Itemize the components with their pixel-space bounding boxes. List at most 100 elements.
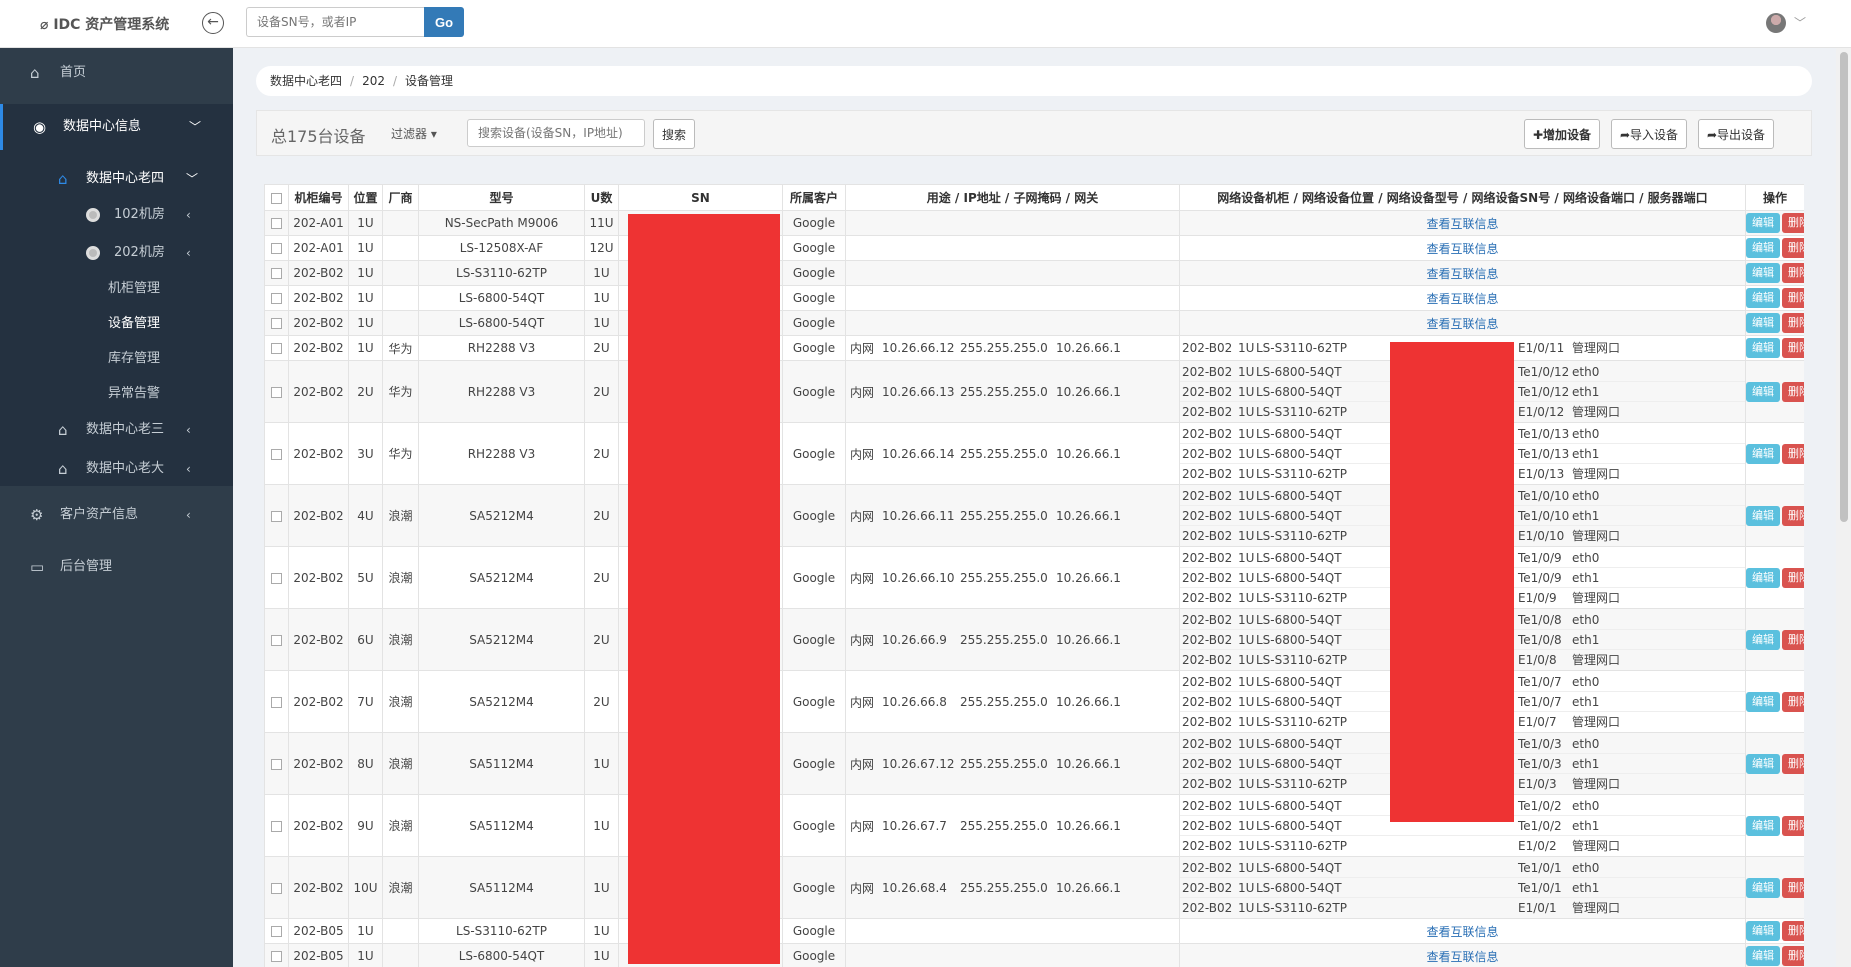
delete-button[interactable]: 删除 [1782, 313, 1804, 333]
edit-button[interactable]: 编辑 [1746, 753, 1780, 774]
row-checkbox[interactable] [264, 670, 289, 733]
row-checkbox[interactable] [264, 732, 289, 795]
delete-button[interactable]: 删除 [1782, 877, 1804, 898]
edit-button[interactable]: 编辑 [1746, 338, 1780, 358]
ip-mask: 255.255.255.0 [960, 880, 1048, 895]
edit-button[interactable]: 编辑 [1746, 238, 1780, 258]
edit-button[interactable]: 编辑 [1746, 815, 1780, 836]
delete-button[interactable]: 删除 [1782, 443, 1804, 464]
row-checkbox[interactable] [264, 484, 289, 547]
sidebar-item-dc-info[interactable]: ◉ 数据中心信息 ﹀ [0, 104, 233, 150]
net-pos: 1U [1238, 900, 1255, 915]
sidebar-item-cabinet-mgmt[interactable]: 机柜管理 [0, 272, 233, 306]
import-device-button[interactable]: ➦导入设备 [1611, 119, 1688, 149]
col-netinfo[interactable]: 网络设备机柜 / 网络设备位置 / 网络设备型号 / 网络设备SN号 / 网络设… [1179, 184, 1746, 211]
delete-button[interactable]: 删除 [1782, 238, 1804, 258]
delete-button[interactable]: 删除 [1782, 629, 1804, 650]
sidebar-item-stock-mgmt[interactable]: 库存管理 [0, 342, 233, 376]
sidebar-item-dc-big[interactable]: ⌂ 数据中心老大 ‹ [0, 452, 233, 486]
edit-button[interactable]: 编辑 [1746, 288, 1780, 308]
edit-button[interactable]: 编辑 [1746, 567, 1780, 588]
edit-button[interactable]: 编辑 [1746, 691, 1780, 712]
cabinet-cell: 202-B02 [288, 422, 349, 485]
search-button[interactable]: 搜索 [653, 119, 696, 149]
sidebar-item-dc-old4[interactable]: ⌂ 数据中心老四 ﹀ [0, 162, 233, 196]
global-search-input[interactable] [246, 7, 424, 37]
export-device-button[interactable]: ➦导出设备 [1698, 119, 1775, 149]
view-interconnect-link[interactable]: 查看互联信息 [1426, 950, 1498, 964]
view-interconnect-link[interactable]: 查看互联信息 [1426, 217, 1498, 231]
sidebar-item-alarm[interactable]: 异常告警 [0, 377, 233, 411]
edit-button[interactable]: 编辑 [1746, 921, 1780, 941]
add-device-button[interactable]: ✚增加设备 [1524, 119, 1601, 149]
row-checkbox[interactable] [264, 856, 289, 919]
delete-button[interactable]: 删除 [1782, 505, 1804, 526]
col-model[interactable]: 型号 [418, 184, 585, 211]
breadcrumb-item[interactable]: 202 [362, 74, 385, 88]
view-interconnect-link[interactable]: 查看互联信息 [1426, 317, 1498, 331]
view-interconnect-link[interactable]: 查看互联信息 [1426, 292, 1498, 306]
view-interconnect-link[interactable]: 查看互联信息 [1426, 242, 1498, 256]
col-u[interactable]: U数 [584, 184, 619, 211]
view-interconnect-link[interactable]: 查看互联信息 [1426, 925, 1498, 939]
delete-button[interactable]: 删除 [1782, 946, 1804, 966]
device-search-input[interactable] [467, 119, 645, 147]
delete-button[interactable]: 删除 [1782, 338, 1804, 358]
scrollbar-thumb[interactable] [1840, 52, 1848, 522]
row-checkbox[interactable] [264, 285, 289, 311]
row-checkbox[interactable] [264, 210, 289, 236]
edit-button[interactable]: 编辑 [1746, 313, 1780, 333]
sidebar-item-room202[interactable]: 202机房 ‹ [0, 236, 233, 270]
back-icon[interactable]: ← [202, 12, 224, 34]
view-interconnect-link[interactable]: 查看互联信息 [1426, 267, 1498, 281]
delete-button[interactable]: 删除 [1782, 263, 1804, 283]
filter-dropdown[interactable]: 过滤器 ▾ [391, 125, 437, 142]
app-logo[interactable]: ⌀ IDC 资产管理系统 [40, 14, 169, 34]
delete-button[interactable]: 删除 [1782, 567, 1804, 588]
row-checkbox[interactable] [264, 918, 289, 944]
row-checkbox[interactable] [264, 360, 289, 423]
sidebar-item-dc-old3[interactable]: ⌂ 数据中心老三 ‹ [0, 413, 233, 447]
breadcrumb-item[interactable]: 数据中心老四 [270, 74, 342, 88]
col-vendor[interactable]: 厂商 [382, 184, 419, 211]
delete-button[interactable]: 删除 [1782, 921, 1804, 941]
delete-button[interactable]: 删除 [1782, 691, 1804, 712]
row-checkbox[interactable] [264, 943, 289, 967]
edit-button[interactable]: 编辑 [1746, 443, 1780, 464]
row-checkbox[interactable] [264, 794, 289, 857]
chevron-down-icon[interactable]: ﹀ [1794, 14, 1806, 31]
row-checkbox[interactable] [264, 260, 289, 286]
edit-button[interactable]: 编辑 [1746, 505, 1780, 526]
col-sn[interactable]: SN [618, 184, 783, 211]
select-all-checkbox[interactable] [264, 184, 289, 211]
delete-button[interactable]: 删除 [1782, 815, 1804, 836]
row-checkbox[interactable] [264, 546, 289, 609]
sidebar-item-device-mgmt[interactable]: 设备管理 [0, 307, 233, 341]
delete-button[interactable]: 删除 [1782, 753, 1804, 774]
table-row: 202-B051ULS-6800-54QT1UGoogle查看互联信息编辑删除 [264, 943, 1804, 967]
user-avatar[interactable] [1766, 13, 1786, 33]
edit-button[interactable]: 编辑 [1746, 877, 1780, 898]
col-pos[interactable]: 位置 [348, 184, 383, 211]
row-checkbox[interactable] [264, 608, 289, 671]
row-checkbox[interactable] [264, 335, 289, 361]
go-button[interactable]: Go [424, 7, 464, 37]
row-checkbox[interactable] [264, 235, 289, 261]
sidebar-item-backend[interactable]: ▭ 后台管理 [0, 544, 233, 590]
row-checkbox[interactable] [264, 422, 289, 485]
edit-button[interactable]: 编辑 [1746, 263, 1780, 283]
sidebar-item-customer-assets[interactable]: ⚙ 客户资产信息 ‹ [0, 492, 233, 538]
sidebar-item-home[interactable]: ⌂ 首页 [0, 50, 233, 96]
sidebar-item-room102[interactable]: 102机房 ‹ [0, 198, 233, 232]
edit-button[interactable]: 编辑 [1746, 946, 1780, 966]
edit-button[interactable]: 编辑 [1746, 381, 1780, 402]
delete-button[interactable]: 删除 [1782, 213, 1804, 233]
delete-button[interactable]: 删除 [1782, 288, 1804, 308]
row-checkbox[interactable] [264, 310, 289, 336]
col-customer[interactable]: 所属客户 [782, 184, 846, 211]
delete-button[interactable]: 删除 [1782, 381, 1804, 402]
col-cabinet[interactable]: 机柜编号 [288, 184, 349, 211]
edit-button[interactable]: 编辑 [1746, 629, 1780, 650]
col-ipinfo[interactable]: 用途 / IP地址 / 子网掩码 / 网关 [845, 184, 1180, 211]
edit-button[interactable]: 编辑 [1746, 213, 1780, 233]
